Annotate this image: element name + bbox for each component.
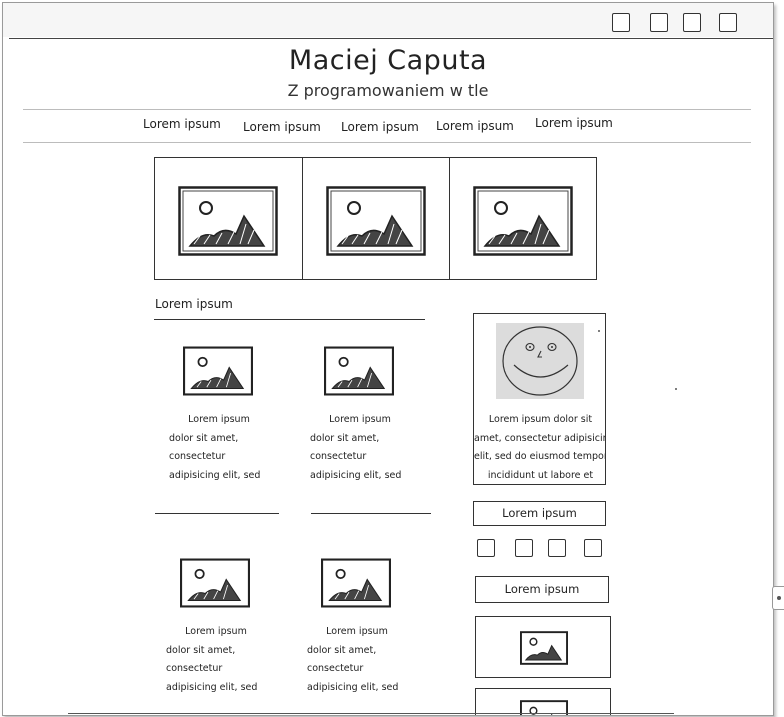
nav-item-2[interactable]: Lorem ipsum (243, 120, 321, 134)
nav-item-5[interactable]: Lorem ipsum (535, 116, 613, 130)
section-divider (154, 319, 425, 320)
social-square-icon-2[interactable] (515, 539, 533, 557)
social-square-icon-3[interactable] (548, 539, 566, 557)
profile-line: Lorem ipsum dolor sit (488, 414, 593, 425)
profile-line: amet, consectetur adipisicing (474, 432, 606, 444)
section-title: Lorem ipsum (155, 297, 233, 311)
browser-window: Maciej Caputa Z programowaniem w tle Lor… (2, 2, 774, 716)
site-title: Maciej Caputa (288, 45, 488, 76)
scrollbar-handle[interactable] (772, 586, 784, 610)
card-divider (311, 513, 431, 514)
profile-line: incididunt ut labore et (487, 469, 594, 481)
smiley-face-icon (502, 326, 578, 396)
social-square-icon-4[interactable] (584, 539, 602, 557)
image-icon (473, 186, 573, 256)
card-divider (155, 513, 279, 514)
image-icon (326, 186, 426, 256)
avatar (496, 323, 584, 399)
toolbar-square-icon-2[interactable] (650, 13, 668, 32)
card-image-icon[interactable] (321, 558, 391, 608)
toolbar-square-icon-3[interactable] (683, 13, 701, 32)
sidebar-image-box[interactable] (475, 616, 611, 678)
decorative-dot (598, 330, 600, 332)
card-text-3: Lorem ipsum dolor sit amet, consectetur … (166, 623, 266, 698)
sidebar-button-2[interactable]: Lorem ipsum (475, 576, 609, 603)
sidebar-button-1[interactable]: Lorem ipsum (473, 501, 606, 526)
card-body: dolor sit amet, consectetur adipisicing … (310, 432, 402, 481)
image-slider[interactable] (154, 157, 597, 280)
card-title: Lorem ipsum (185, 626, 247, 637)
toolbar-square-icon-1[interactable] (612, 13, 630, 32)
card-title: Lorem ipsum (329, 414, 391, 425)
slide-divider (302, 158, 303, 279)
card-image-icon[interactable] (180, 558, 250, 608)
decorative-dot (675, 388, 677, 390)
card-text-1: Lorem ipsum dolor sit amet, consectetur … (169, 411, 269, 486)
toolbar-divider (9, 38, 773, 39)
card-body: dolor sit amet, consectetur adipisicing … (166, 644, 258, 693)
card-title: Lorem ipsum (188, 414, 250, 425)
card-image-icon[interactable] (324, 346, 394, 396)
nav-top-divider (23, 109, 751, 110)
card-text-2: Lorem ipsum dolor sit amet, consectetur … (310, 411, 410, 486)
nav-item-3[interactable]: Lorem ipsum (341, 120, 419, 134)
nav-item-1[interactable]: Lorem ipsum (143, 117, 221, 131)
card-body: dolor sit amet, consectetur adipisicing … (169, 432, 261, 481)
nav-item-4[interactable]: Lorem ipsum (436, 119, 514, 133)
profile-description: Lorem ipsum dolor sit amet, consectetur … (474, 411, 606, 483)
slide-divider (449, 158, 450, 279)
profile-box: Lorem ipsum dolor sit amet, consectetur … (473, 313, 606, 485)
image-icon (520, 631, 568, 665)
card-image-icon[interactable] (183, 346, 253, 396)
profile-line: elit, sed do eiusmod tempor (474, 451, 606, 462)
toolbar-square-icon-4[interactable] (719, 13, 737, 32)
sidebar-image-box[interactable] (475, 688, 611, 715)
card-body: dolor sit amet, consectetur adipisicing … (307, 644, 399, 693)
card-text-4: Lorem ipsum dolor sit amet, consectetur … (307, 623, 407, 698)
bottom-edge-line (68, 713, 674, 714)
card-title: Lorem ipsum (326, 626, 388, 637)
site-subtitle: Z programowaniem w tle (287, 81, 489, 100)
nav-bottom-divider (23, 142, 751, 143)
image-icon (178, 186, 278, 256)
social-square-icon-1[interactable] (477, 539, 495, 557)
